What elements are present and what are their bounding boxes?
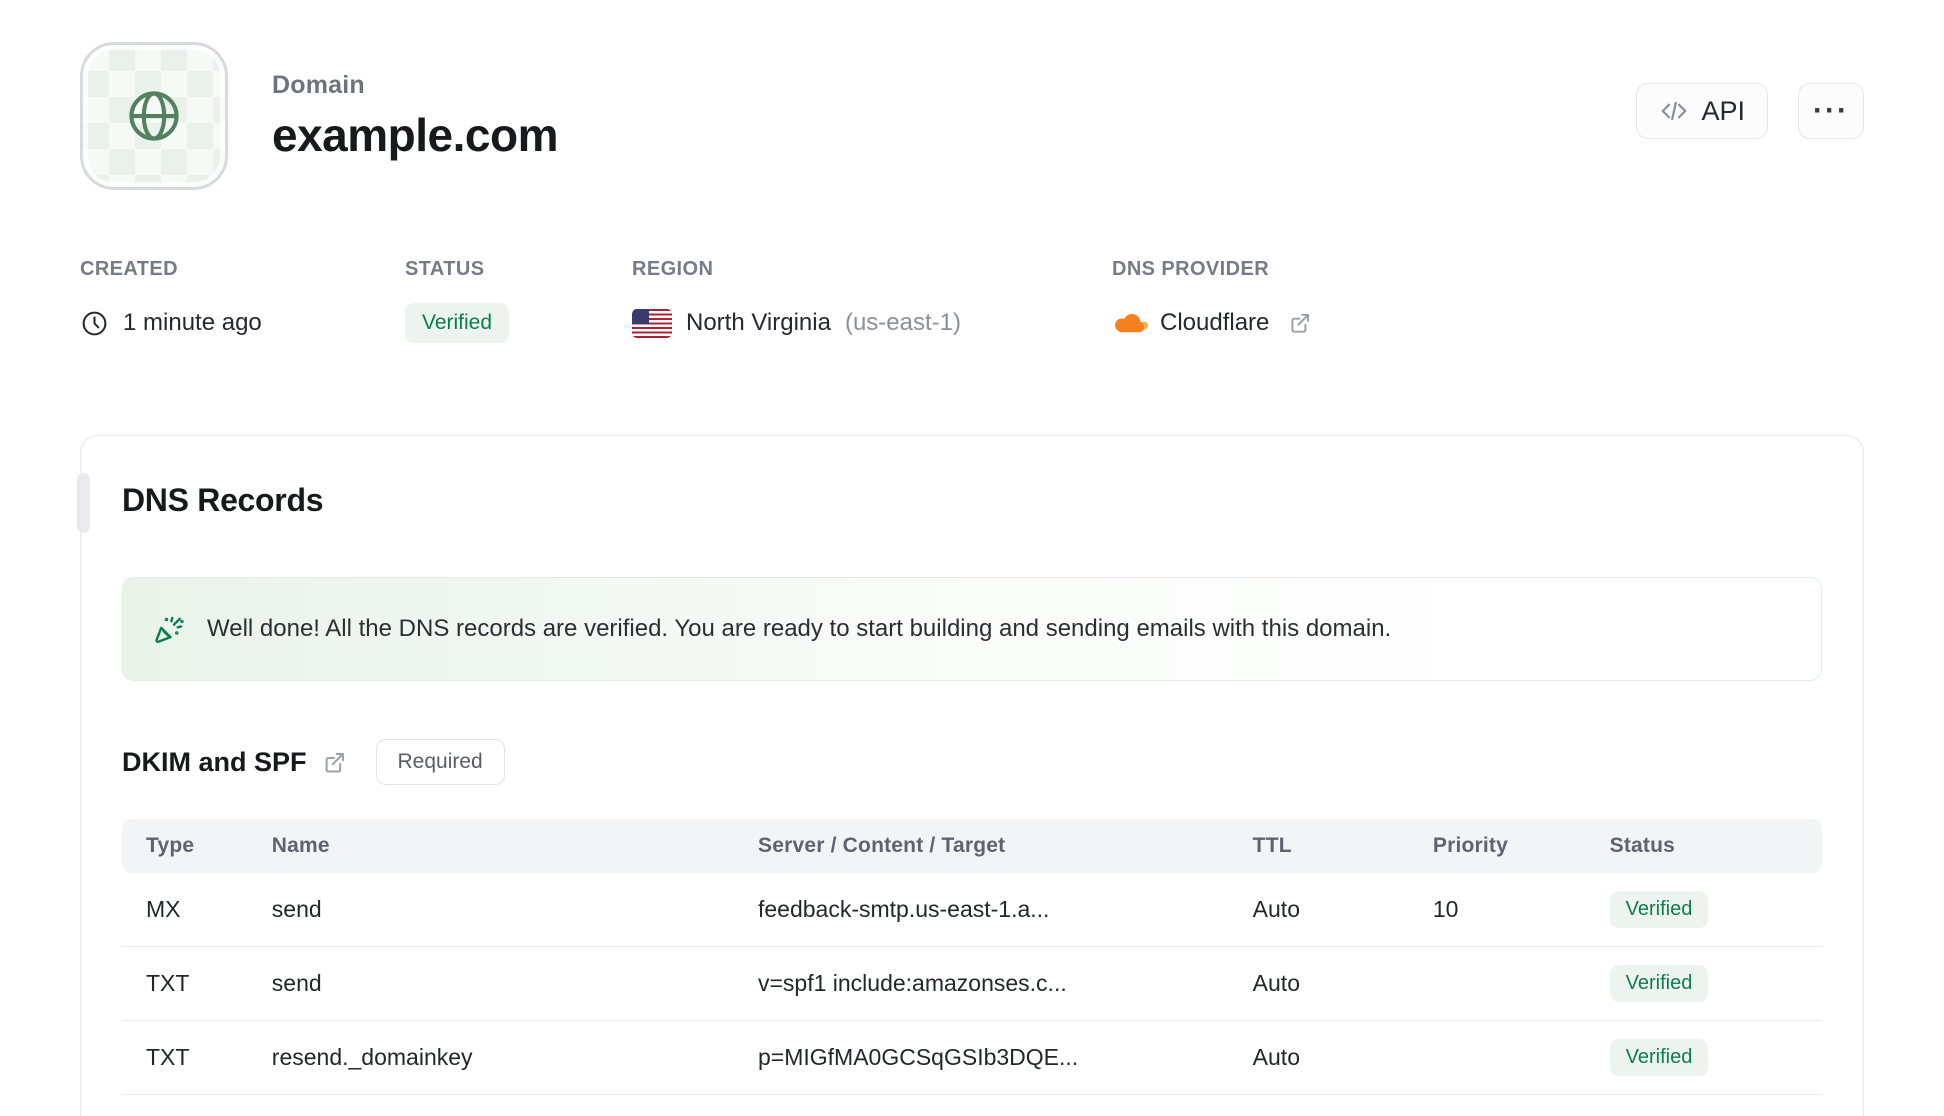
header-text: Domain example.com — [272, 71, 558, 162]
record-content: v=spf1 include:amazonses.c... — [733, 947, 1229, 1021]
column-header: Server / Content / Target — [733, 819, 1229, 873]
cloudflare-icon — [1112, 309, 1148, 337]
dns-records-title: DNS Records — [122, 482, 324, 518]
us-flag-icon — [632, 308, 672, 338]
ellipsis-icon: ··· — [1813, 94, 1849, 127]
status-label: STATUS — [405, 258, 485, 280]
globe-icon — [121, 83, 187, 149]
region-label: REGION — [632, 258, 714, 280]
dns-record-row[interactable]: TXT send v=spf1 include:amazonses.c... A… — [122, 947, 1822, 1021]
record-status: Verified — [1585, 947, 1822, 1021]
created-label: CREATED — [80, 258, 178, 280]
success-banner: Well done! All the DNS records are verif… — [122, 577, 1822, 681]
status-badge: Verified — [405, 303, 510, 343]
record-type: TXT — [122, 1021, 248, 1095]
clock-icon — [80, 309, 109, 338]
dns-provider-value: Cloudflare — [1160, 309, 1270, 336]
dkim-spf-section-header: DKIM and SPF Required — [122, 739, 1822, 785]
column-header: TTL — [1228, 819, 1409, 873]
dkim-external-link-icon[interactable] — [321, 749, 348, 776]
record-name: resend._domainkey — [247, 1021, 734, 1095]
meta-status: STATUS Verified — [405, 258, 632, 343]
required-badge: Required — [375, 739, 505, 785]
record-name: send — [247, 947, 734, 1021]
domain-page: Domain example.com API ··· CREATED 1 min… — [0, 0, 1944, 1116]
dns-table-body: MX send feedback-smtp.us-east-1.a... Aut… — [122, 873, 1822, 1095]
success-banner-text: Well done! All the DNS records are verif… — [207, 615, 1392, 642]
dns-records-card: DNS Records Well done! All the DNS recor… — [77, 435, 1864, 1116]
region-name: North Virginia — [686, 309, 831, 336]
record-content: p=MIGfMA0GCSqGSIb3DQE... — [733, 1021, 1229, 1095]
dns-record-row[interactable]: MX send feedback-smtp.us-east-1.a... Aut… — [122, 873, 1822, 947]
record-status-badge: Verified — [1609, 965, 1709, 1002]
external-link-icon[interactable] — [1287, 310, 1313, 336]
record-ttl: Auto — [1228, 1021, 1409, 1095]
column-header: Status — [1585, 819, 1822, 873]
record-name: send — [247, 873, 734, 947]
record-ttl: Auto — [1228, 873, 1409, 947]
more-options-button[interactable]: ··· — [1798, 83, 1864, 139]
page-header: Domain example.com API ··· — [80, 42, 1864, 190]
region-code: (us-east-1) — [844, 309, 961, 336]
api-button[interactable]: API — [1636, 83, 1768, 139]
record-type: MX — [122, 873, 248, 947]
meta-created: CREATED 1 minute ago — [80, 258, 405, 343]
dns-records-table: Type Name Server / Content / Target TTL Prio… — [122, 819, 1822, 1095]
code-icon — [1659, 96, 1689, 126]
domain-meta-row: CREATED 1 minute ago STATUS Verified REG… — [80, 258, 1864, 343]
meta-dns-provider: DNS PROVIDER Cloudflare — [1112, 258, 1313, 343]
page-title: example.com — [272, 108, 558, 161]
column-header: Name — [247, 819, 734, 873]
api-button-label: API — [1701, 95, 1745, 126]
record-status-badge: Verified — [1609, 891, 1709, 928]
record-status-badge: Verified — [1609, 1039, 1709, 1076]
dkim-spf-title: DKIM and SPF — [122, 746, 307, 777]
record-priority — [1408, 1021, 1586, 1095]
header-actions: API ··· — [1636, 83, 1864, 139]
record-ttl: Auto — [1228, 947, 1409, 1021]
record-priority — [1408, 947, 1586, 1021]
dns-provider-label: DNS PROVIDER — [1112, 258, 1270, 280]
party-popper-icon — [153, 612, 187, 646]
record-status: Verified — [1585, 873, 1822, 947]
record-status: Verified — [1585, 1021, 1822, 1095]
meta-region: REGION North Virginia (us-east-1) — [632, 258, 1112, 343]
card-notch — [77, 473, 90, 533]
domain-avatar — [80, 42, 228, 190]
record-priority: 10 — [1408, 873, 1586, 947]
created-value: 1 minute ago — [123, 309, 262, 336]
column-header: Type — [122, 819, 248, 873]
record-content: feedback-smtp.us-east-1.a... — [733, 873, 1229, 947]
dns-table-header-row: Type Name Server / Content / Target TTL Prio… — [122, 819, 1822, 873]
column-header: Priority — [1408, 819, 1586, 873]
dns-record-row[interactable]: TXT resend._domainkey p=MIGfMA0GCSqGSIb3… — [122, 1021, 1822, 1095]
record-type: TXT — [122, 947, 248, 1021]
page-type-label: Domain — [272, 70, 365, 99]
